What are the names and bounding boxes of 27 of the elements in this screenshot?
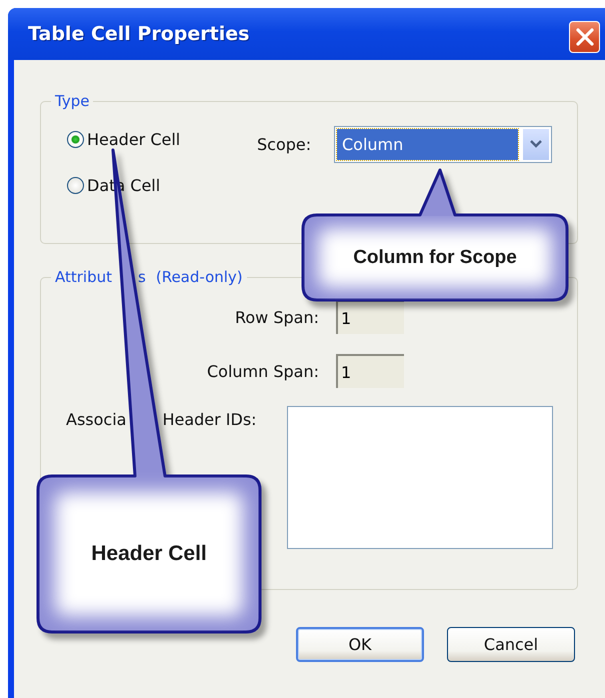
radio-button[interactable] [67, 130, 84, 148]
dialog-button[interactable]: OK [296, 627, 424, 662]
list-box[interactable] [287, 406, 553, 549]
group-label: Type [55, 92, 90, 110]
field-label: Row Span: [234, 308, 319, 326]
chevron-down-icon [530, 140, 542, 148]
callout-text: Header Cell [91, 542, 207, 566]
input-field[interactable]: 1 [336, 300, 404, 334]
group-label: (Read-only) [156, 268, 243, 286]
dropdown-button[interactable] [523, 128, 549, 160]
group-label: s [138, 268, 146, 286]
field-label: Associa [66, 410, 126, 429]
radio-option[interactable]: Header Cell [67, 130, 257, 148]
field-label: Column Span: [206, 362, 319, 380]
field-label: Header IDs: [162, 410, 257, 429]
scope-dropdown[interactable]: Column [334, 126, 552, 162]
dialog-button[interactable]: Cancel [447, 627, 575, 662]
scope-label: Scope: [257, 134, 312, 154]
close-button[interactable] [569, 21, 600, 53]
input-field[interactable]: 1 [336, 354, 404, 388]
radio-label: Header Cell [87, 130, 180, 148]
callout-text: Column for Scope [353, 246, 517, 268]
dropdown-value: Column [337, 128, 518, 160]
close-icon [574, 27, 594, 47]
radio-button[interactable] [67, 176, 84, 194]
group-label: Attribut [55, 268, 112, 286]
window-title: Table Cell Properties [28, 23, 250, 45]
